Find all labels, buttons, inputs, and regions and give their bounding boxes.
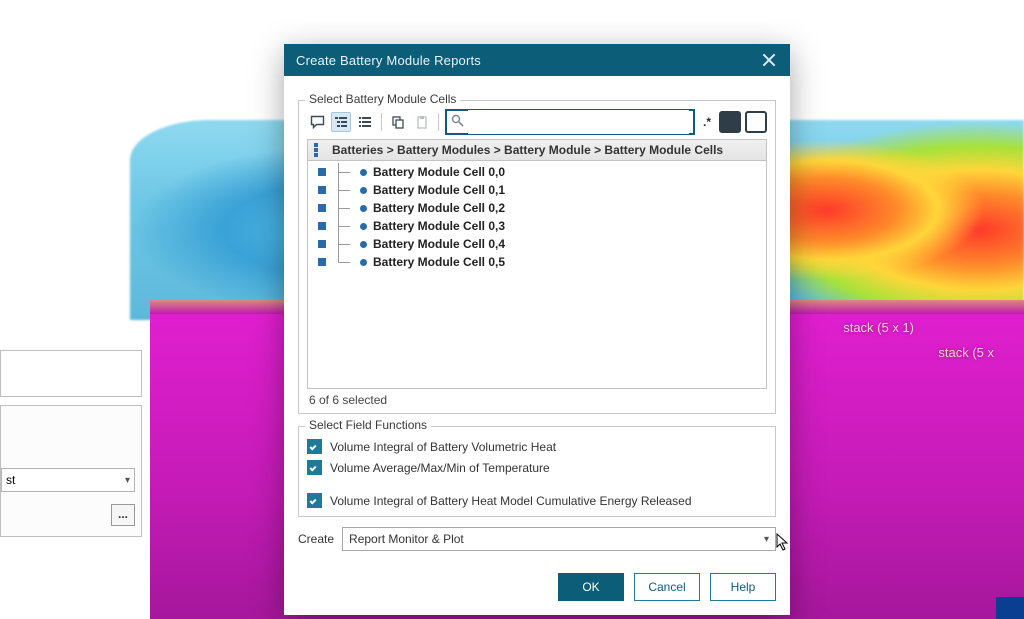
checkbox-icon[interactable]	[318, 186, 326, 194]
field-function-label: Volume Average/Max/Min of Temperature	[330, 461, 550, 475]
create-combo-value: Report Monitor & Plot	[349, 532, 464, 546]
cell-icon	[360, 169, 367, 176]
cells-tree-header: Batteries > Battery Modules > Battery Mo…	[308, 140, 766, 161]
copy-icon[interactable]	[388, 112, 408, 132]
group-select-cells: Select Battery Module Cells	[298, 100, 776, 414]
group-field-functions: Select Field Functions Volume Integral o…	[298, 426, 776, 517]
tree-view-icon[interactable]	[331, 112, 351, 132]
checkbox-icon[interactable]	[318, 204, 326, 212]
dialog-title: Create Battery Module Reports	[296, 53, 760, 68]
titlebar: Create Battery Module Reports	[284, 44, 790, 76]
cell-icon	[360, 187, 367, 194]
tree-row-label: Battery Module Cell 0,5	[373, 255, 505, 269]
cells-breadcrumb: Batteries > Battery Modules > Battery Mo…	[332, 143, 723, 157]
dialog-buttons: OK Cancel Help	[284, 561, 790, 615]
tree-row[interactable]: Battery Module Cell 0,3	[312, 217, 766, 235]
tree-row-label: Battery Module Cell 0,1	[373, 183, 505, 197]
field-function-label: Volume Integral of Battery Heat Model Cu…	[330, 494, 692, 508]
cells-search[interactable]	[445, 109, 695, 135]
checkbox-icon[interactable]	[318, 240, 326, 248]
create-combo[interactable]: Report Monitor & Plot ▾	[342, 527, 776, 551]
field-function-label: Volume Integral of Battery Volumetric He…	[330, 440, 556, 454]
checkbox-icon[interactable]	[307, 493, 322, 508]
chevron-down-icon: ▾	[764, 534, 769, 545]
cells-selection-status: 6 of 6 selected	[307, 389, 767, 407]
field-function-option[interactable]: Volume Average/Max/Min of Temperature	[307, 460, 767, 475]
tree-row[interactable]: Battery Module Cell 0,1	[312, 181, 766, 199]
cancel-button[interactable]: Cancel	[634, 573, 700, 601]
ok-button[interactable]: OK	[558, 573, 624, 601]
mouse-cursor-icon	[776, 533, 790, 551]
tree-row[interactable]: Battery Module Cell 0,2	[312, 199, 766, 217]
select-all-icon[interactable]	[719, 111, 741, 133]
select-none-icon[interactable]	[745, 111, 767, 133]
list-view-icon[interactable]	[355, 112, 375, 132]
checkbox-icon[interactable]	[318, 258, 326, 266]
stack-label-2: stack (5 x	[938, 345, 994, 360]
group-select-cells-legend: Select Battery Module Cells	[305, 92, 460, 106]
cell-icon	[360, 259, 367, 266]
module-cells-icon	[314, 143, 324, 157]
comment-icon[interactable]	[307, 112, 327, 132]
tree-row-label: Battery Module Cell 0,2	[373, 201, 505, 215]
side-more-button[interactable]: ...	[111, 504, 135, 526]
group-field-functions-legend: Select Field Functions	[305, 418, 431, 432]
cells-toolbar: .*	[307, 109, 767, 139]
cell-icon	[360, 241, 367, 248]
checkbox-icon[interactable]	[307, 439, 322, 454]
checkbox-icon[interactable]	[307, 460, 322, 475]
create-row: Create Report Monitor & Plot ▾	[298, 527, 776, 551]
regex-icon[interactable]: .*	[699, 115, 715, 129]
paste-icon	[412, 112, 432, 132]
field-function-option[interactable]: Volume Integral of Battery Volumetric He…	[307, 439, 767, 454]
tree-row[interactable]: Battery Module Cell 0,0	[312, 163, 766, 181]
side-combo[interactable]: st ▾	[1, 468, 135, 492]
side-panel-bottom: st ▾ ...	[0, 405, 142, 537]
tree-row-label: Battery Module Cell 0,4	[373, 237, 505, 251]
cell-icon	[360, 223, 367, 230]
cell-icon	[360, 205, 367, 212]
create-label: Create	[298, 532, 334, 546]
chevron-down-icon: ▾	[125, 475, 130, 486]
field-function-option[interactable]: Volume Integral of Battery Heat Model Cu…	[307, 493, 767, 508]
side-panel-top	[0, 350, 142, 397]
cells-search-input[interactable]	[468, 110, 689, 134]
tree-row-label: Battery Module Cell 0,0	[373, 165, 505, 179]
cells-tree[interactable]: Batteries > Battery Modules > Battery Mo…	[307, 139, 767, 389]
help-button[interactable]: Help	[710, 573, 776, 601]
checkbox-icon[interactable]	[318, 168, 326, 176]
stack-label-1: stack (5 x 1)	[843, 320, 914, 335]
checkbox-icon[interactable]	[318, 222, 326, 230]
create-battery-module-reports-dialog: Create Battery Module Reports Select Bat…	[284, 44, 790, 615]
tree-row[interactable]: Battery Module Cell 0,4	[312, 235, 766, 253]
tree-row[interactable]: Battery Module Cell 0,5	[312, 253, 766, 271]
search-icon	[451, 114, 464, 130]
side-combo-value: st	[6, 473, 15, 487]
close-icon[interactable]	[760, 51, 778, 69]
tree-row-label: Battery Module Cell 0,3	[373, 219, 505, 233]
